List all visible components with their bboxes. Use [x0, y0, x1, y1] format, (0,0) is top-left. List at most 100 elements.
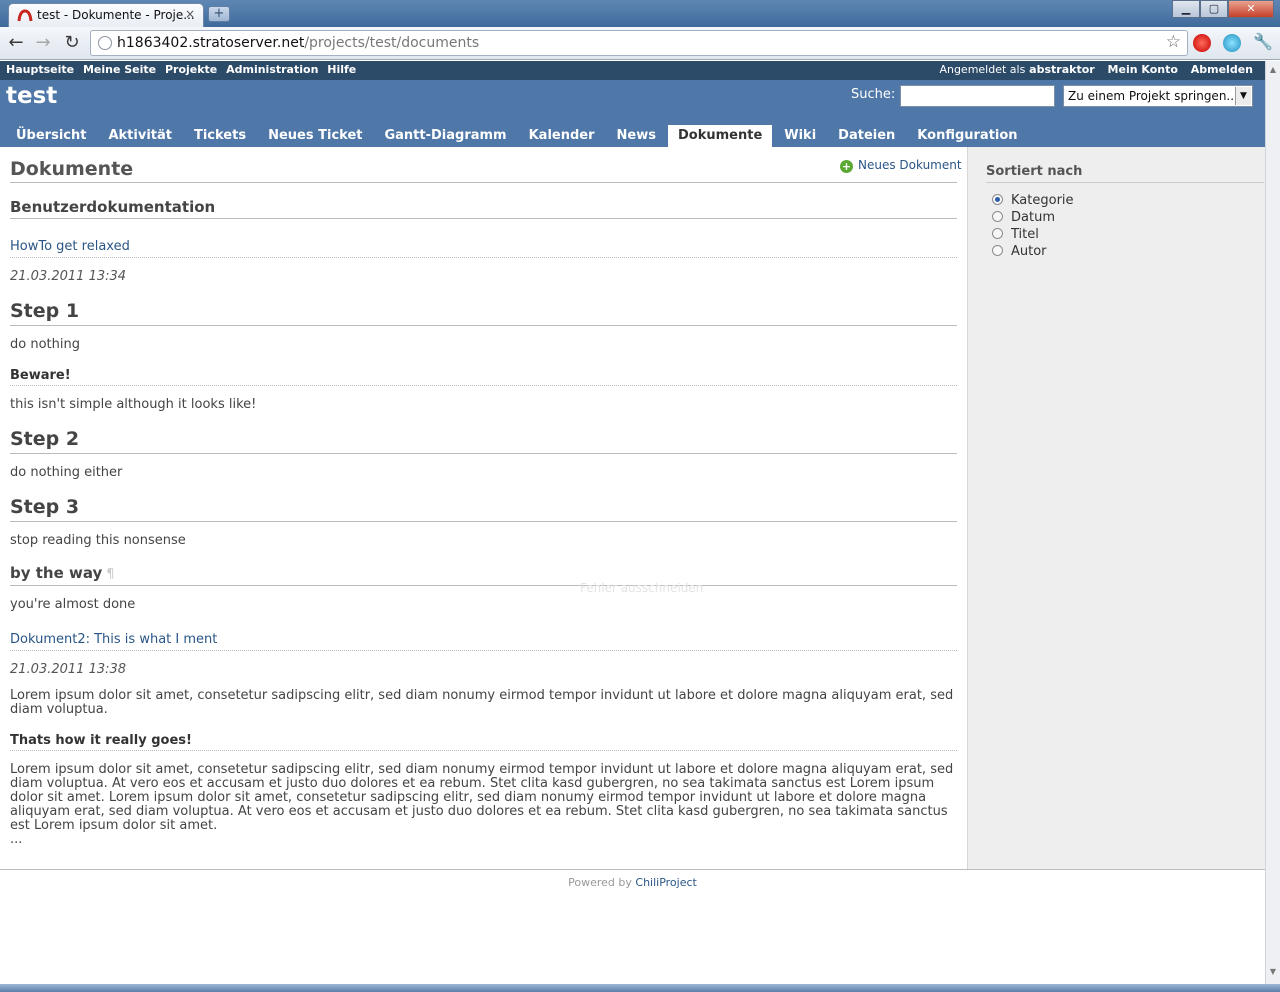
- document-link[interactable]: Dokument2: This is what I ment: [10, 632, 217, 647]
- page-title: Dokumente: [10, 158, 134, 180]
- top-menu-left: Hauptseite Meine Seite Projekte Administ…: [6, 63, 361, 76]
- topmenu-administration[interactable]: Administration: [226, 63, 318, 76]
- wrench-icon[interactable]: 🔧: [1253, 32, 1273, 51]
- footer: Powered by ChiliProject: [0, 876, 1265, 889]
- os-taskbar: [0, 984, 1280, 992]
- paragraph: you're almost done: [10, 597, 136, 612]
- tab-close-icon[interactable]: ×: [185, 7, 195, 21]
- logout-link[interactable]: Abmelden: [1191, 63, 1253, 76]
- forward-arrow-icon[interactable]: →: [32, 32, 54, 54]
- project-jump-value: Zu einem Projekt springen...: [1068, 89, 1238, 103]
- radio-button[interactable]: [992, 245, 1003, 256]
- divider: [986, 182, 1264, 183]
- topmenu-home[interactable]: Hauptseite: [6, 63, 74, 76]
- divider: [10, 453, 957, 454]
- project-title: test: [6, 83, 58, 109]
- footer-divider: [0, 869, 1265, 870]
- paragraph: Lorem ipsum dolor sit amet, consetetur s…: [10, 688, 954, 717]
- divider: [10, 385, 957, 386]
- category-heading: Benutzerdokumentation: [10, 198, 216, 216]
- sort-option-label: Autor: [1011, 244, 1047, 259]
- sort-option-label: Kategorie: [1011, 193, 1074, 208]
- tab-issues[interactable]: Tickets: [184, 125, 256, 147]
- maximize-button[interactable]: ▢: [1200, 0, 1228, 18]
- tab-overview[interactable]: Übersicht: [6, 125, 96, 147]
- tab-activity[interactable]: Aktivität: [98, 125, 182, 147]
- tab-gantt[interactable]: Gantt-Diagramm: [374, 125, 516, 147]
- url-text: h1863402.stratoserver.net/projects/test/…: [117, 35, 479, 51]
- project-jump-select[interactable]: Zu einem Projekt springen... ▼: [1063, 85, 1253, 107]
- add-icon: +: [840, 160, 853, 173]
- address-bar[interactable]: h1863402.stratoserver.net/projects/test/…: [90, 30, 1188, 56]
- extension-stop-icon[interactable]: [1193, 34, 1211, 52]
- logged-in-user[interactable]: abstraktor: [1029, 63, 1095, 76]
- topmenu-mypage[interactable]: Meine Seite: [83, 63, 156, 76]
- browser-titlebar: test - Dokumente - Proje... × + ▁ ▢ ✕: [0, 0, 1280, 27]
- subheading-text: by the way: [10, 564, 103, 582]
- tab-settings[interactable]: Konfiguration: [907, 125, 1027, 147]
- url-host: h1863402.stratoserver.net: [117, 35, 305, 51]
- topmenu-help[interactable]: Hilfe: [327, 63, 356, 76]
- dropdown-arrow-icon[interactable]: ▼: [1235, 87, 1251, 105]
- new-document-label: Neues Dokument: [858, 158, 962, 172]
- tab-title: test - Dokumente - Proje...: [37, 8, 195, 22]
- step-heading: Step 3: [10, 496, 80, 518]
- reload-icon[interactable]: ↻: [61, 32, 83, 54]
- paragraph: Lorem ipsum dolor sit amet, consetetur s…: [10, 762, 954, 833]
- tab-wiki[interactable]: Wiki: [774, 125, 826, 147]
- new-document-link[interactable]: + Neues Dokument: [840, 158, 962, 173]
- browser-tab[interactable]: test - Dokumente - Proje... ×: [8, 3, 204, 27]
- bookmark-star-icon[interactable]: ☆: [1166, 32, 1181, 52]
- sort-option-author[interactable]: Autor: [992, 244, 1047, 259]
- divider: [10, 218, 957, 219]
- extension-skype-icon[interactable]: [1223, 34, 1241, 52]
- pilcrow-anchor[interactable]: ¶: [106, 567, 114, 582]
- chiliproject-link[interactable]: ChiliProject: [635, 876, 696, 889]
- sort-option-category[interactable]: Kategorie: [992, 193, 1074, 208]
- step-heading: Step 2: [10, 428, 80, 450]
- divider: [10, 257, 957, 258]
- scroll-up-icon[interactable]: ▲: [1268, 65, 1278, 75]
- radio-button[interactable]: [992, 194, 1003, 205]
- search-input[interactable]: [900, 85, 1055, 107]
- new-tab-button[interactable]: +: [208, 6, 230, 22]
- radio-button[interactable]: [992, 228, 1003, 239]
- paragraph: this isn't simple although it looks like…: [10, 397, 257, 412]
- globe-icon: [98, 36, 112, 50]
- sidebar: Sortiert nach Kategorie Datum Titel Auto…: [967, 147, 1265, 869]
- sort-option-title[interactable]: Titel: [992, 227, 1039, 242]
- topmenu-projects[interactable]: Projekte: [165, 63, 217, 76]
- top-menu: Hauptseite Meine Seite Projekte Administ…: [0, 61, 1265, 80]
- divider: [10, 585, 957, 586]
- subheading: Beware!: [10, 368, 71, 383]
- document-link[interactable]: HowTo get relaxed: [10, 239, 130, 254]
- paragraph: do nothing: [10, 337, 80, 352]
- my-account-link[interactable]: Mein Konto: [1108, 63, 1178, 76]
- divider: [10, 750, 957, 751]
- tab-news[interactable]: News: [607, 125, 666, 147]
- divider: [10, 182, 957, 183]
- url-path: /projects/test/documents: [304, 35, 480, 51]
- radio-button[interactable]: [992, 211, 1003, 222]
- tab-documents[interactable]: Dokumente: [667, 125, 773, 147]
- ghost-text: Fehler ausschneiden: [580, 581, 704, 595]
- divider: [10, 521, 957, 522]
- sort-option-label: Titel: [1011, 227, 1039, 242]
- tab-calendar[interactable]: Kalender: [519, 125, 605, 147]
- sidebar-title: Sortiert nach: [986, 164, 1083, 179]
- page-scrollbar[interactable]: ▲ ▼: [1265, 61, 1280, 984]
- close-window-button[interactable]: ✕: [1228, 0, 1274, 18]
- main-menu: Übersicht Aktivität Tickets Neues Ticket…: [6, 125, 1030, 147]
- minimize-button[interactable]: ▁: [1172, 0, 1200, 18]
- main-content: Dokumente + Neues Dokument Benutzerdokume…: [0, 147, 967, 869]
- back-arrow-icon[interactable]: ←: [5, 32, 27, 54]
- project-header: test Suche: Zu einem Projekt springen...…: [0, 80, 1265, 147]
- chiliproject-favicon-icon: [17, 9, 33, 22]
- tab-files[interactable]: Dateien: [828, 125, 905, 147]
- paragraph: stop reading this nonsense: [10, 533, 186, 548]
- tab-new-issue[interactable]: Neues Ticket: [258, 125, 372, 147]
- browser-toolbar: ← → ↻ h1863402.stratoserver.net/projects…: [0, 27, 1280, 60]
- scroll-down-icon[interactable]: ▼: [1268, 967, 1278, 977]
- sort-option-date[interactable]: Datum: [992, 210, 1055, 225]
- paragraph: do nothing either: [10, 465, 123, 480]
